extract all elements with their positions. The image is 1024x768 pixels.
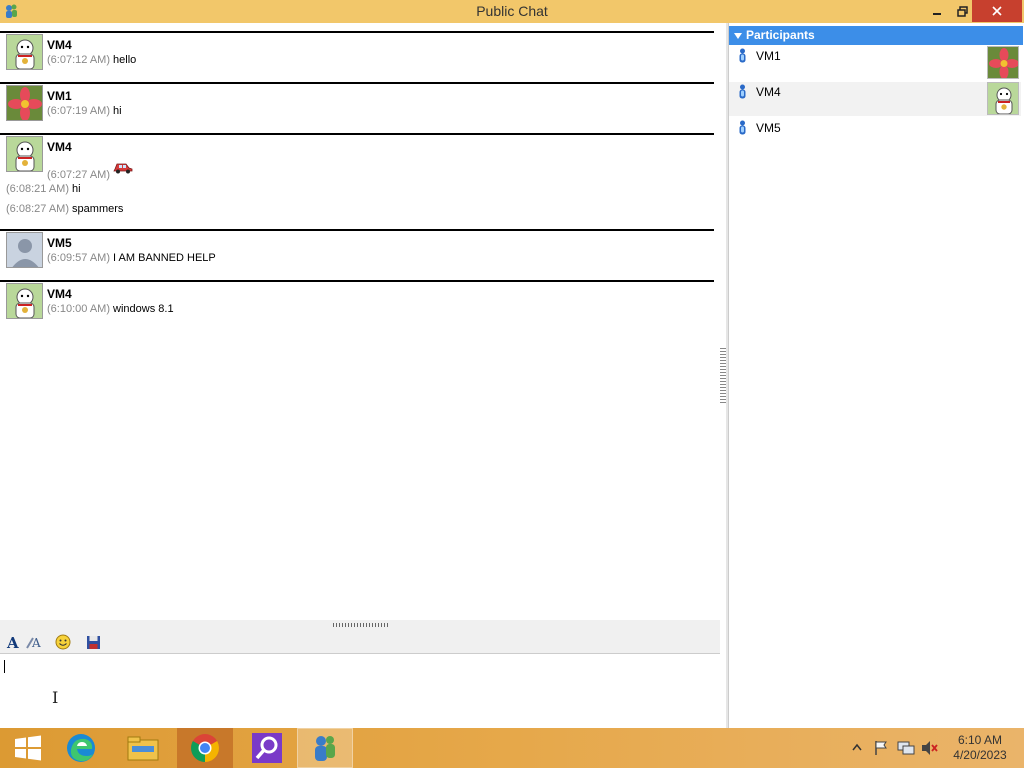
message-text: spammers (72, 203, 124, 215)
participant-avatar-lucky-cat (987, 82, 1019, 115)
windows-start-icon (15, 735, 41, 761)
message-line: (6:07:12 AM) hello (47, 54, 136, 66)
start-button[interactable] (0, 728, 56, 768)
font-color-icon: A (26, 636, 41, 650)
participants-panel: Participants VM1 VM4 VM5 (728, 23, 1024, 728)
message-block: VM5 (6:09:57 AM) I AM BANNED HELP (0, 229, 714, 280)
message-timestamp: (6:07:12 AM) (47, 54, 110, 66)
emoticon-button[interactable] (54, 633, 72, 651)
participant-icon (739, 84, 746, 99)
participant-name: VM5 (756, 121, 781, 135)
message-timestamp: (6:08:21 AM) (6, 183, 69, 195)
taskbar-search-app[interactable] (239, 728, 295, 768)
message-text: hello (113, 54, 137, 66)
close-button[interactable] (972, 0, 1022, 22)
chrome-icon (191, 734, 219, 762)
edge-icon (67, 734, 95, 762)
message-block: VM4 (6:07:27 AM) (6:08:21 AM) hi (6:08:2… (0, 133, 714, 229)
title-bar: Public Chat (0, 0, 1024, 23)
participant-icon (739, 120, 746, 135)
chat-log[interactable]: VM4 (6:07:12 AM) hello VM1 (6:07:19 AM) … (0, 23, 720, 620)
message-timestamp: (6:10:00 AM) (47, 303, 110, 315)
participant-item[interactable]: VM5 (729, 118, 1021, 152)
taskbar-chat-app[interactable] (297, 728, 353, 768)
avatar-default-person (6, 232, 43, 268)
format-toolbar: A A (0, 630, 720, 654)
participant-name: VM4 (756, 85, 781, 99)
message-sender: VM1 (47, 89, 72, 103)
message-line: (6:07:27 AM) (47, 161, 133, 181)
mouse-ibeam-cursor: I (52, 688, 59, 707)
minimize-icon (933, 13, 941, 15)
font-button[interactable]: A (4, 633, 22, 651)
svg-text:A: A (6, 634, 19, 650)
car-emoticon-icon (113, 163, 133, 174)
tray-overflow-icon (852, 743, 862, 751)
tray-overflow-button[interactable] (852, 740, 862, 754)
taskbar: 6:10 AM 4/20/2023 (0, 728, 1024, 768)
chat-app-icon (315, 736, 335, 761)
file-explorer-icon (127, 736, 159, 761)
clock-date: 4/20/2023 (953, 748, 1007, 762)
message-text: hi (72, 183, 81, 195)
message-sender: VM4 (47, 38, 72, 52)
message-timestamp: (6:09:57 AM) (47, 252, 110, 264)
participant-item[interactable]: VM4 (729, 82, 1021, 116)
save-button[interactable] (84, 633, 102, 651)
action-center-button[interactable] (873, 740, 889, 759)
avatar-lucky-cat (6, 136, 43, 172)
taskbar-edge[interactable] (53, 728, 109, 768)
window-title: Public Chat (476, 3, 548, 19)
avatar-lucky-cat (6, 283, 43, 319)
message-sender: VM4 (47, 287, 72, 301)
message-timestamp: (6:07:19 AM) (47, 105, 110, 117)
save-icon (86, 635, 100, 649)
search-app-icon (252, 733, 282, 763)
clock-time: 6:10 AM (957, 733, 1003, 747)
participant-name: VM1 (756, 49, 781, 63)
text-caret (4, 660, 5, 673)
participant-icon (739, 48, 746, 63)
horizontal-splitter-handle[interactable] (333, 623, 388, 627)
participant-avatar-flower (987, 46, 1019, 79)
participants-header-label: Participants (746, 28, 815, 42)
message-block: VM4 (6:07:12 AM) hello (0, 31, 714, 82)
volume-muted-icon (922, 741, 938, 755)
network-icon (897, 741, 915, 755)
message-text: hi (113, 105, 122, 117)
avatar-flower (6, 85, 43, 121)
action-center-icon (875, 741, 887, 755)
taskbar-clock[interactable]: 6:10 AM 4/20/2023 (945, 733, 1015, 763)
font-color-button[interactable]: A (25, 633, 43, 651)
participants-header[interactable]: Participants (729, 26, 1023, 45)
message-timestamp: (6:08:27 AM) (6, 203, 69, 215)
message-block: VM4 (6:10:00 AM) windows 8.1 (0, 280, 714, 331)
avatar-lucky-cat (6, 34, 43, 70)
message-timestamp: (6:07:27 AM) (47, 169, 110, 181)
participant-item[interactable]: VM1 (729, 46, 1021, 80)
network-button[interactable] (897, 740, 915, 759)
message-text: windows 8.1 (113, 303, 174, 315)
restore-icon (956, 5, 968, 17)
message-sender: VM5 (47, 236, 72, 250)
message-line: (6:10:00 AM) windows 8.1 (47, 303, 174, 315)
message-input[interactable]: I (0, 655, 720, 727)
message-text: I AM BANNED HELP (113, 252, 216, 264)
message-line: (6:08:21 AM) hi (6, 183, 81, 195)
taskbar-chrome[interactable] (177, 728, 233, 768)
taskbar-file-explorer[interactable] (115, 728, 171, 768)
message-line: (6:08:27 AM) spammers (6, 203, 123, 215)
message-sender: VM4 (47, 140, 72, 154)
collapse-triangle-icon (734, 33, 742, 39)
font-icon: A (6, 634, 19, 650)
volume-button[interactable] (921, 740, 939, 759)
message-block: VM1 (6:07:19 AM) hi (0, 82, 714, 133)
message-line: (6:09:57 AM) I AM BANNED HELP (47, 252, 216, 264)
close-icon (992, 6, 1002, 16)
smiley-icon (55, 634, 71, 650)
svg-text:A: A (31, 636, 41, 650)
message-line: (6:07:19 AM) hi (47, 105, 122, 117)
